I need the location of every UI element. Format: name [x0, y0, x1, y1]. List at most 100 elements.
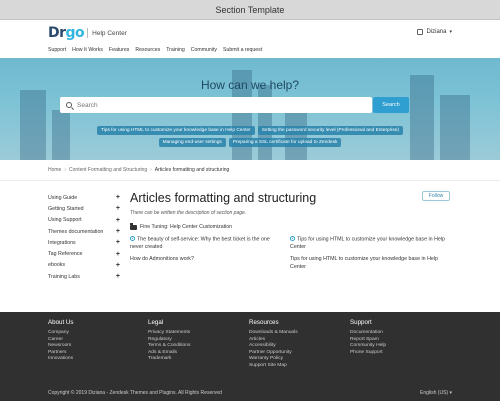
footer-link[interactable]: Privacy Statements: [148, 330, 190, 337]
sidebar: Using Guide + Getting Started + Using Supp…: [48, 192, 120, 282]
footer-heading: Resources: [249, 319, 279, 326]
language-selector[interactable]: English (US) ▾: [420, 390, 452, 396]
copyright-text: Copyright © 2019 Diziana - Zendesk Theme…: [48, 390, 222, 396]
footer-link[interactable]: Terms & Conditions: [148, 343, 190, 350]
popular-tag[interactable]: Setting the password security level (Pro…: [257, 126, 404, 135]
sidebar-item-label: ebooks: [48, 262, 66, 269]
promoted-article-icon: [290, 236, 295, 241]
logo-divider: [87, 28, 89, 38]
plus-icon[interactable]: +: [116, 194, 120, 201]
footer-link[interactable]: Warranty Policy: [249, 356, 298, 363]
search-input[interactable]: [77, 101, 357, 109]
nav-item-features[interactable]: Features: [109, 47, 129, 57]
chevron-down-icon: ▾: [449, 390, 452, 396]
footer-column-legal: Legal Privacy Statements Regulatory Term…: [148, 319, 190, 363]
breadcrumb-item[interactable]: Content Formatting and Structuring: [69, 167, 147, 173]
sidebar-item[interactable]: Integrations +: [48, 237, 120, 248]
footer-link[interactable]: Newsroom: [48, 343, 73, 350]
footer-link[interactable]: Innovations: [48, 356, 73, 363]
sidebar-item[interactable]: Getting Started +: [48, 203, 120, 214]
nav-item-community[interactable]: Community: [191, 47, 217, 57]
sidebar-item-label: Themes documentation: [48, 228, 104, 235]
search-icon: [66, 102, 72, 108]
help-center-label: Help Center: [92, 29, 127, 37]
logo[interactable]: Drgo Help Center: [48, 24, 127, 42]
plus-icon[interactable]: +: [116, 228, 120, 235]
plus-icon[interactable]: +: [116, 217, 120, 224]
window-title-bar: Section Template: [0, 0, 500, 20]
breadcrumb: Home › Content Formatting and Structurin…: [48, 167, 229, 173]
nav-item-resources[interactable]: Resources: [135, 47, 160, 57]
popular-tag[interactable]: Preparing a SSL certificate for upload t…: [228, 138, 342, 147]
plus-icon[interactable]: +: [116, 239, 120, 246]
footer-link[interactable]: Phone Support: [350, 350, 386, 357]
sidebar-item[interactable]: ebooks +: [48, 260, 120, 271]
popular-tags: Tips for using HTML to customize your kn…: [0, 126, 500, 147]
nav-item-submit-request[interactable]: Submit a request: [223, 47, 262, 57]
section-heading-label: Fine Tuning: Help Center Customization: [140, 224, 232, 230]
hero-title: How can we help?: [200, 78, 300, 92]
logo-text: Drgo: [48, 25, 85, 41]
article-link[interactable]: Tips for using HTML to customize your kn…: [290, 236, 452, 252]
breadcrumb-item[interactable]: Home: [48, 167, 61, 173]
sidebar-item[interactable]: Training Labs +: [48, 271, 120, 282]
footer-heading: Support: [350, 319, 372, 326]
page-title: Articles formatting and structuring: [130, 191, 317, 205]
caret-down-icon: ▾: [449, 29, 452, 35]
promoted-article-icon: [130, 236, 135, 241]
plus-icon[interactable]: +: [116, 273, 120, 280]
sidebar-item[interactable]: Using Guide +: [48, 192, 120, 203]
popular-tag[interactable]: Managing end-user settings: [158, 138, 226, 147]
footer-link[interactable]: Trademark: [148, 356, 190, 363]
footer: About Us Company Career Newsroom Partner…: [0, 312, 500, 401]
user-menu[interactable]: Diziana ▾: [417, 29, 452, 35]
plus-icon[interactable]: +: [116, 251, 120, 258]
footer-column-support: Support Documentation Report Spam Commun…: [350, 319, 386, 356]
sidebar-item-label: Integrations: [48, 239, 76, 246]
footer-heading: Legal: [148, 319, 164, 326]
footer-link[interactable]: Community Help: [350, 343, 386, 350]
footer-link[interactable]: Support Site Map: [249, 363, 298, 370]
nav-item-how-it-works[interactable]: How It Works: [72, 47, 103, 57]
sidebar-item[interactable]: Using Support +: [48, 215, 120, 226]
breadcrumb-separator: ›: [64, 167, 67, 173]
footer-link[interactable]: Company: [48, 330, 73, 337]
sidebar-item[interactable]: Tag Reference +: [48, 248, 120, 259]
plus-icon[interactable]: +: [116, 262, 120, 269]
sidebar-item[interactable]: Themes documentation +: [48, 226, 120, 237]
main-nav: Support How It Works Features Resources …: [48, 47, 262, 57]
sidebar-item-label: Training Labs: [48, 273, 80, 280]
popular-tag[interactable]: Tips for using HTML to customize your kn…: [96, 126, 255, 135]
user-icon: [417, 29, 424, 35]
sidebar-item-label: Getting Started: [48, 205, 84, 212]
footer-link[interactable]: Accessibility: [249, 343, 298, 350]
user-name: Diziana: [426, 29, 447, 35]
footer-column-resources: Resources Downloads & Manuals Articles A…: [249, 319, 298, 370]
nav-item-training[interactable]: Training: [166, 47, 185, 57]
breadcrumb-separator: ›: [150, 167, 152, 173]
plus-icon[interactable]: +: [116, 205, 120, 212]
language-label: English (US): [420, 390, 449, 396]
sidebar-item-label: Using Guide: [48, 194, 78, 201]
breadcrumb-current[interactable]: Articles formatting and structuring: [155, 167, 229, 173]
search-box[interactable]: [60, 97, 372, 113]
window-title: Section Template: [215, 5, 285, 15]
footer-column-about: About Us Company Career Newsroom Partner…: [48, 319, 73, 363]
footer-link[interactable]: Documentation: [350, 330, 386, 337]
hero-banner: How can we help? Search Tips for using H…: [0, 58, 500, 160]
folder-icon: [130, 223, 137, 230]
article-link[interactable]: Tips for using HTML to customize your kn…: [290, 256, 452, 271]
section-heading[interactable]: Fine Tuning: Help Center Customization: [130, 223, 232, 230]
section-description: There can be written the description of …: [130, 210, 247, 216]
sidebar-item-label: Using Support: [48, 217, 82, 224]
footer-link[interactable]: Downloads & Manuals: [249, 330, 298, 337]
article-link[interactable]: How do Admonitions work?: [130, 256, 280, 264]
nav-item-support[interactable]: Support: [48, 47, 66, 57]
sidebar-item-label: Tag Reference: [48, 251, 83, 258]
search-button[interactable]: Search: [373, 97, 409, 113]
footer-heading: About Us: [48, 319, 74, 326]
follow-button[interactable]: Follow: [422, 191, 450, 201]
site-header: Drgo Help Center Diziana ▾: [0, 20, 500, 46]
article-link[interactable]: The beauty of self-service: Why the best…: [130, 236, 280, 252]
content-divider: [0, 180, 500, 181]
